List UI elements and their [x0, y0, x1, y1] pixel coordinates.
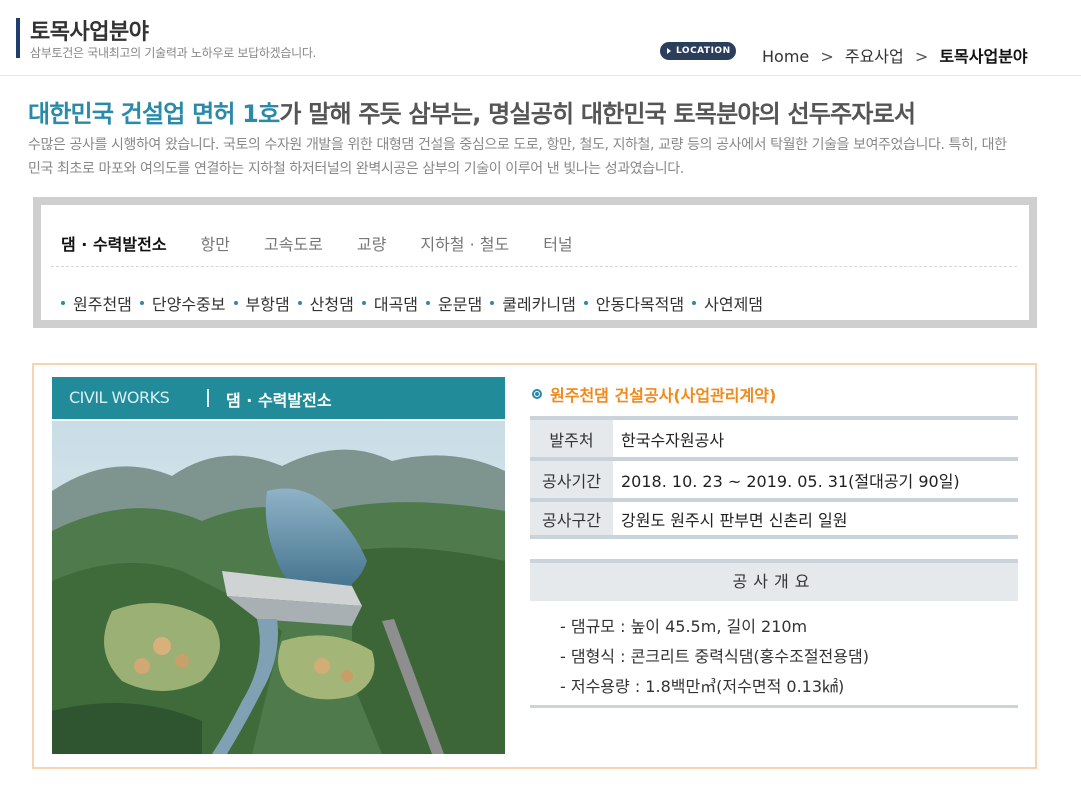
project-item-andong[interactable]: 안동다목적댐 [583, 291, 685, 315]
bullet-dot-icon [233, 301, 238, 305]
target-bullet-icon [532, 389, 542, 399]
project-item-label: 원주천댐 [73, 295, 132, 314]
project-item-label: 단양수중보 [151, 295, 226, 314]
intro-text: 수많은 공사를 시행하여 왔습니다. 국토의 수자원 개발을 위한 대형댐 건설… [28, 137, 1007, 177]
info-row-client: 발주처 한국수자원공사 [530, 416, 1018, 457]
overview-heading: 공사개요 [530, 559, 1018, 601]
page-header: 토목사업분야 삼부토건은 국내최고의 기술력과 노하우로 보답하겠습니다. LO… [0, 0, 1081, 76]
dam-photo [52, 421, 505, 754]
info-label: 발주처 [530, 420, 613, 457]
project-item-label: 부항댐 [245, 295, 290, 314]
bullet-dot-icon [61, 301, 65, 305]
location-badge: LOCATION [660, 42, 736, 60]
project-item-sayeon[interactable]: 사연제댐 [692, 291, 763, 315]
project-item-label: 대곡댐 [373, 295, 419, 314]
category-tabs: 댐 · 수력발전소 항만 고속도로 교량 지하철 · 철도 터널 [61, 231, 607, 255]
project-item-unmun[interactable]: 운문댐 [426, 291, 482, 315]
project-title-text: 원주천댐 건설공사(사업관리계약) [550, 386, 777, 405]
breadcrumb-main-business[interactable]: 주요사업 [845, 47, 904, 66]
location-badge-label: LOCATION [676, 46, 731, 56]
project-item-label: 산청댐 [309, 295, 354, 314]
project-item-sancheong[interactable]: 산청댐 [297, 291, 354, 315]
tab-subway-railway[interactable]: 지하철 · 철도 [420, 231, 509, 255]
photo-header: CIVIL WORKS 댐 · 수력발전소 [52, 377, 505, 419]
info-row-section: 공사구간 강원도 원주시 판부면 신촌리 일원 [530, 498, 1018, 539]
page-subtitle: 삼부토건은 국내최고의 기술력과 노하우로 보답하겠습니다. [30, 46, 317, 60]
project-item-buhang[interactable]: 부항댐 [233, 291, 290, 315]
bullet-dot-icon [297, 301, 302, 305]
photo-category-label: 댐 · 수력발전소 [226, 391, 332, 410]
tab-highway[interactable]: 고속도로 [264, 231, 323, 255]
play-arrow-icon [667, 48, 671, 54]
project-list: 원주천댐 단양수중보 부항댐 산청댐 대곡댐 운문댐 쿨레카니댐 안동다목적댐 … [61, 291, 771, 315]
project-info-table: 발주처 한국수자원공사 공사기간 2018. 10. 23 ~ 2019. 05… [530, 416, 1018, 539]
project-item-kulekhani[interactable]: 쿨레카니댐 [490, 291, 576, 315]
overview-line: - 저수용량 : 1.8백만㎥(저수면적 0.13㎢) [560, 677, 845, 696]
project-item-label: 쿨레카니댐 [502, 295, 576, 314]
project-item-danyang[interactable]: 단양수중보 [139, 291, 226, 315]
info-value: 강원도 원주시 판부면 신촌리 일원 [621, 510, 848, 530]
tab-dam-hydropower[interactable]: 댐 · 수력발전소 [61, 231, 167, 255]
overview-body: - 댐규모 : 높이 45.5m, 길이 210m - 댐형식 : 콘크리트 중… [530, 601, 1018, 708]
dam-aerial-illustration [52, 421, 505, 754]
breadcrumb-separator: > [820, 47, 834, 66]
intro-headline-rest: 가 말해 주듯 삼부는, 명실공히 대한민국 토목분야의 선두주자로서 [279, 100, 916, 128]
tab-port[interactable]: 항만 [201, 231, 230, 255]
info-row-period: 공사기간 2018. 10. 23 ~ 2019. 05. 31(절대공기 90… [530, 457, 1018, 498]
category-box: 댐 · 수력발전소 항만 고속도로 교량 지하철 · 철도 터널 원주천댐 단양… [33, 197, 1037, 328]
breadcrumb-home[interactable]: Home [762, 47, 809, 66]
bullet-dot-icon [692, 301, 697, 305]
bullet-dot-icon [361, 301, 366, 305]
title-accent-bar [16, 18, 20, 58]
project-item-label: 사연제댐 [704, 295, 764, 314]
project-item-daegok[interactable]: 대곡댐 [361, 291, 419, 315]
info-label: 공사기간 [530, 461, 613, 498]
header-divider [207, 389, 209, 407]
bullet-dot-icon [426, 301, 431, 305]
tab-bridge[interactable]: 교량 [357, 231, 386, 255]
breadcrumb: Home > 주요사업 > 토목사업분야 [762, 43, 1028, 67]
category-divider [51, 266, 1017, 267]
breadcrumb-current: 토목사업분야 [939, 47, 1028, 66]
page-title: 토목사업분야 [30, 20, 149, 45]
project-item-wonjucheon[interactable]: 원주천댐 [61, 291, 132, 315]
project-title: 원주천댐 건설공사(사업관리계약) [532, 382, 776, 406]
bullet-dot-icon [583, 301, 588, 305]
overview-line: - 댐형식 : 콘크리트 중력식댐(홍수조절전용댐) [560, 647, 869, 666]
project-detail-box: CIVIL WORKS 댐 · 수력발전소 원주천댐 건설공사(사업관리계약) … [32, 363, 1037, 769]
info-value: 한국수자원공사 [621, 430, 725, 450]
info-value: 2018. 10. 23 ~ 2019. 05. 31(절대공기 90일) [621, 471, 960, 491]
intro-headline-accent: 대한민국 건설업 면허 1호 [28, 100, 280, 128]
civil-works-label: CIVIL WORKS [69, 388, 170, 407]
bullet-dot-icon [490, 301, 495, 305]
intro-headline: 대한민국 건설업 면허 1호가 말해 주듯 삼부는, 명실공히 대한민국 토목분… [28, 94, 916, 129]
project-item-label: 안동다목적댐 [595, 295, 685, 314]
bullet-dot-icon [139, 301, 144, 305]
tab-tunnel[interactable]: 터널 [543, 231, 572, 255]
overview-line: - 댐규모 : 높이 45.5m, 길이 210m [560, 617, 808, 636]
project-item-label: 운문댐 [438, 295, 483, 314]
breadcrumb-separator: > [914, 47, 929, 66]
info-label: 공사구간 [530, 502, 613, 535]
